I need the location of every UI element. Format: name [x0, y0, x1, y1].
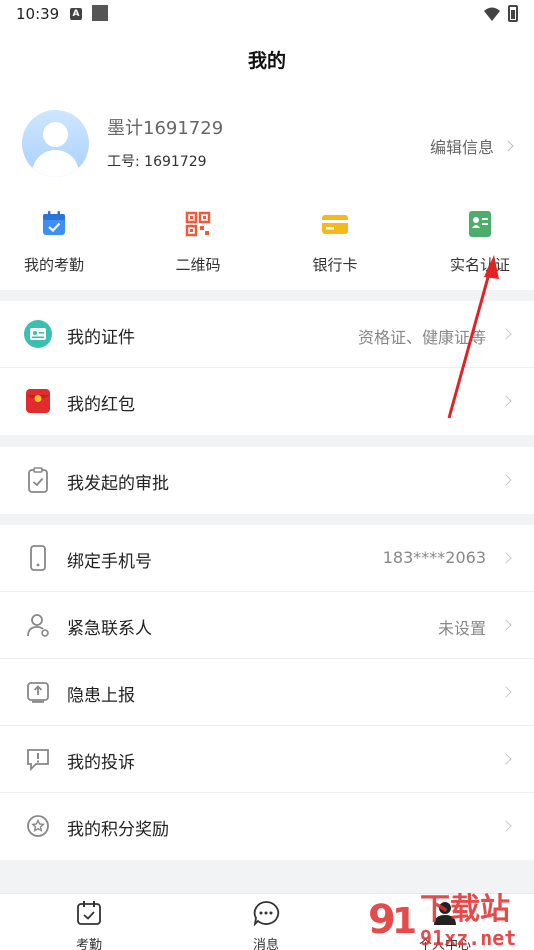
quick-realname-button[interactable]: 实名认证: [430, 206, 530, 275]
menu-label: 隐患上报: [67, 686, 135, 706]
quick-qrcode-button[interactable]: 二维码: [148, 206, 248, 275]
chat-bubble-icon: [253, 901, 280, 927]
phone-icon: [30, 545, 46, 571]
quick-bankcard-label: 银行卡: [312, 256, 358, 274]
tab-attendance[interactable]: 考勤: [49, 900, 129, 950]
chevron-right-icon: [500, 753, 512, 765]
edit-info-label: 编辑信息: [429, 138, 494, 157]
menu-value: 183****2063: [382, 548, 486, 567]
tab-messages[interactable]: 消息: [226, 900, 306, 950]
quick-qrcode-label: 二维码: [175, 256, 221, 274]
notification-a-icon: A: [70, 8, 82, 20]
tab-label: 考勤: [75, 938, 102, 950]
chevron-right-icon: [500, 552, 512, 564]
quick-realname-label: 实名认证: [449, 256, 510, 274]
red-envelope-icon: [26, 389, 50, 413]
clipboard-check-icon: [28, 467, 48, 493]
id-card-icon: [469, 211, 491, 237]
menu-row-phone[interactable]: 绑定手机号 183****2063: [0, 525, 534, 592]
menu-value: 资格证、健康证等: [357, 328, 486, 347]
menu-row-approvals[interactable]: 我发起的审批: [0, 447, 534, 514]
menu-label: 我的积分奖励: [67, 820, 169, 840]
avatar[interactable]: [22, 110, 89, 177]
qr-code-icon: [185, 211, 211, 237]
quick-attendance-button[interactable]: 我的考勤: [4, 206, 104, 275]
certificate-icon: [24, 320, 52, 348]
menu-label: 紧急联系人: [67, 619, 152, 639]
watermark-site: 91xz.net: [420, 926, 516, 950]
quick-bankcard-button[interactable]: 银行卡: [285, 206, 385, 275]
bank-card-icon: [322, 215, 348, 234]
menu-label: 我的红包: [67, 395, 135, 415]
page-title: 我的: [247, 50, 286, 72]
menu-value: 未设置: [437, 619, 486, 638]
menu-label: 绑定手机号: [67, 552, 152, 572]
chevron-right-icon: [500, 686, 512, 698]
calendar-check-icon: [43, 211, 65, 235]
menu-group-3: 绑定手机号 183****2063 紧急联系人 未设置 隐患上报 我的投诉 我的…: [0, 525, 534, 860]
battery-icon: [508, 5, 518, 22]
points-star-icon: [27, 815, 49, 837]
menu-row-points-rewards[interactable]: 我的积分奖励: [0, 793, 534, 860]
chevron-right-icon: [500, 820, 512, 832]
chevron-right-icon: [500, 619, 512, 631]
menu-row-complaints[interactable]: 我的投诉: [0, 726, 534, 793]
edit-info-button[interactable]: 编辑信息: [429, 134, 514, 158]
profile-card: 墨计1691729 工号: 1691729 编辑信息 我的考勤 二维码 银行卡 …: [0, 92, 534, 290]
watermark-text: 下载站: [420, 892, 510, 927]
avatar-head-icon: [43, 122, 68, 147]
menu-label: 我发起的审批: [67, 474, 169, 494]
menu-label: 我的证件: [67, 328, 135, 348]
calendar-check-icon: [77, 901, 101, 925]
user-name: 墨计1691729: [107, 118, 224, 139]
menu-row-certificates[interactable]: 我的证件 资格证、健康证等: [0, 301, 534, 368]
watermark-logo: 9 1 下载站 91xz.net: [368, 892, 516, 950]
status-bar: 10:39 A: [0, 0, 534, 30]
contact-icon: [27, 614, 49, 637]
page-header: 我的: [0, 30, 534, 92]
svg-text:1: 1: [392, 901, 417, 942]
menu-label: 我的投诉: [67, 753, 135, 773]
status-time: 10:39: [16, 5, 60, 23]
chevron-right-icon: [500, 328, 512, 340]
quick-attendance-label: 我的考勤: [23, 256, 84, 274]
complaint-icon: [27, 749, 49, 772]
upload-report-icon: [27, 682, 49, 703]
wifi-icon: [484, 7, 500, 21]
notification-square-icon: [92, 5, 108, 21]
menu-row-emergency-contact[interactable]: 紧急联系人 未设置: [0, 592, 534, 659]
chevron-right-icon: [500, 474, 512, 486]
menu-row-hazard-report[interactable]: 隐患上报: [0, 659, 534, 726]
menu-row-red-envelope[interactable]: 我的红包: [0, 368, 534, 435]
menu-group-1: 我的证件 资格证、健康证等 我的红包: [0, 301, 534, 435]
quick-actions: 我的考勤 二维码 银行卡 实名认证: [0, 206, 534, 276]
avatar-body-icon: [32, 150, 79, 177]
employee-id: 工号: 1691729: [107, 154, 207, 170]
chevron-right-icon: [500, 395, 512, 407]
menu-group-2: 我发起的审批: [0, 447, 534, 514]
chevron-right-icon: [502, 140, 514, 152]
tab-label: 消息: [252, 938, 279, 950]
